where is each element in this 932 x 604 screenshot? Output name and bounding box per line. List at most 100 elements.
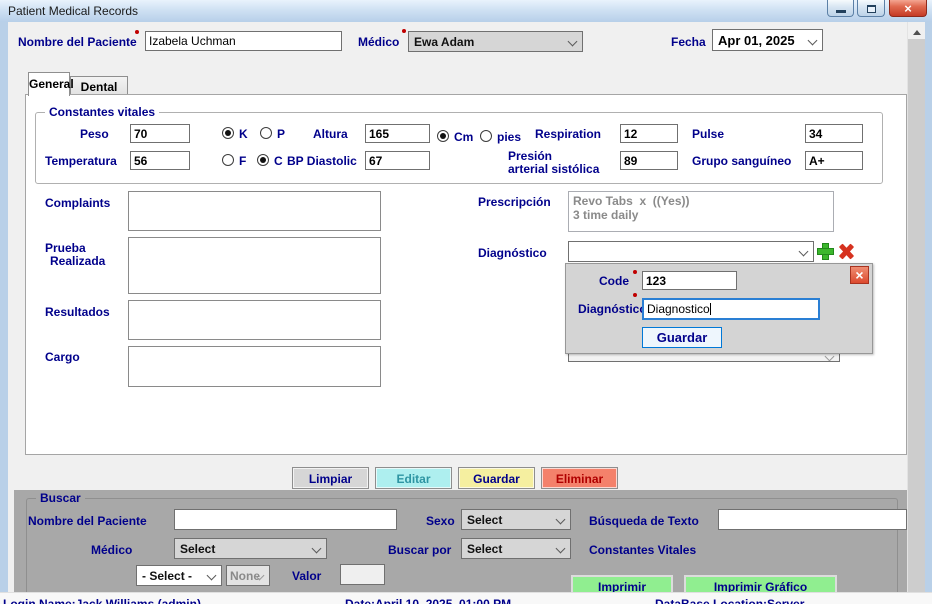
complaints-textarea[interactable] — [128, 191, 381, 231]
imprimir-button[interactable]: Imprimir — [571, 575, 673, 593]
vitals-groupbox: Constantes vitales — [35, 112, 883, 184]
peso-label: Peso — [80, 127, 109, 141]
delete-diagnosis-icon[interactable] — [838, 244, 855, 259]
bp-diastolic-label: BP Diastolic — [287, 154, 357, 168]
tab-general[interactable]: General — [28, 72, 70, 96]
chevron-down-icon — [568, 37, 578, 47]
radio-pies[interactable] — [480, 130, 492, 142]
pulse-label: Pulse — [692, 127, 724, 141]
temperatura-input[interactable] — [130, 151, 190, 170]
code-input[interactable] — [642, 271, 737, 290]
close-icon: × — [855, 267, 863, 283]
chevron-down-icon — [808, 36, 818, 46]
popup-diagnostico-text: Diagnostico — [647, 302, 710, 316]
constantes-vitales-label: Constantes Vitales — [589, 543, 696, 557]
buscar-medico-selected-value: Select — [180, 542, 215, 556]
radio-kilograms-label: K — [239, 127, 248, 141]
sexo-selected-value: Select — [467, 513, 502, 527]
fecha-datepicker[interactable]: Apr 01, 2025 — [712, 29, 823, 51]
close-window-button[interactable]: × — [889, 0, 927, 17]
maximize-button[interactable] — [857, 0, 885, 17]
popup-diagnostico-input[interactable]: Diagnostico — [642, 298, 820, 320]
add-diagnosis-icon[interactable] — [818, 244, 833, 259]
tab-dental[interactable]: Dental — [70, 76, 128, 95]
radio-fahrenheit[interactable] — [222, 154, 234, 166]
bp-diastolic-input[interactable] — [365, 151, 430, 170]
patient-name-label: Nombre del Paciente — [18, 35, 137, 49]
radio-kilograms[interactable] — [222, 127, 234, 139]
popup-guardar-button[interactable]: Guardar — [642, 327, 722, 348]
diagnosis-popup: × Code Diagnóstico Diagnostico Guardar — [565, 263, 873, 354]
buscar-panel: Buscar Nombre del Paciente Sexo Select B… — [14, 490, 907, 593]
operador-select[interactable]: None — [226, 565, 270, 586]
buscar-medico-label: Médico — [91, 543, 132, 557]
respiration-label: Respiration — [535, 127, 601, 141]
patient-name-input[interactable] — [145, 31, 342, 51]
minimize-icon — [836, 10, 846, 13]
resultados-label: Resultados — [45, 305, 110, 319]
busqueda-texto-label: Búsqueda de Texto — [589, 514, 699, 528]
tab-general-label: General — [29, 77, 74, 91]
radio-pounds-label: P — [277, 127, 285, 141]
buscar-por-label: Buscar por — [388, 543, 451, 557]
close-icon: × — [904, 1, 912, 16]
valor-input[interactable] — [340, 564, 385, 585]
buscar-nombre-label: Nombre del Paciente — [28, 514, 147, 528]
sexo-select[interactable]: Select — [461, 509, 571, 530]
chevron-down-icon — [556, 515, 566, 525]
medico-select[interactable]: Ewa Adam — [408, 31, 583, 52]
resultados-textarea[interactable] — [128, 300, 381, 340]
busqueda-texto-input[interactable] — [718, 509, 907, 530]
radio-fahrenheit-label: F — [239, 154, 246, 168]
prueba-label-line2: Realizada — [50, 254, 105, 268]
limpiar-button[interactable]: Limpiar — [292, 467, 369, 489]
eliminar-button[interactable]: Eliminar — [541, 467, 618, 489]
pulse-input[interactable] — [805, 124, 863, 143]
fecha-selected-value: Apr 01, 2025 — [718, 33, 795, 48]
scroll-up-button[interactable] — [908, 22, 925, 39]
status-date: Date:April 10, 2025, 01:00 PM — [345, 597, 511, 604]
popup-close-button[interactable]: × — [850, 266, 869, 284]
buscar-group-title: Buscar — [36, 491, 85, 505]
editar-button[interactable]: Editar — [375, 467, 452, 489]
tab-dental-label: Dental — [81, 80, 118, 94]
vitals-group-title: Constantes vitales — [45, 105, 159, 119]
buscar-por-selected-value: Select — [467, 542, 502, 556]
imprimir-grafico-button[interactable]: Imprimir Gráfico — [684, 575, 837, 593]
criterio-select[interactable]: - Select - — [136, 565, 222, 586]
prescripcion-box[interactable]: Revo Tabs x ((Yes)) 3 time daily — [568, 191, 834, 232]
minimize-button[interactable] — [827, 0, 854, 17]
chevron-down-icon — [556, 544, 566, 554]
radio-celsius-label: C — [274, 154, 283, 168]
required-marker — [135, 30, 139, 34]
title-bar: Patient Medical Records — [0, 0, 932, 22]
cargo-textarea[interactable] — [128, 346, 381, 387]
maximize-icon — [867, 5, 876, 13]
presion-sistolica-input[interactable] — [620, 151, 678, 170]
radio-pounds[interactable] — [260, 127, 272, 139]
text-caret — [710, 303, 711, 315]
radio-cm[interactable] — [437, 130, 449, 142]
chevron-up-icon — [913, 30, 921, 35]
diagnostico-select[interactable] — [568, 241, 814, 262]
grupo-sanguineo-input[interactable] — [805, 151, 863, 170]
criterio-selected-value: - Select - — [142, 569, 192, 583]
altura-input[interactable] — [365, 124, 430, 143]
chevron-down-icon — [312, 544, 322, 554]
buscar-por-select[interactable]: Select — [461, 538, 571, 559]
respiration-input[interactable] — [620, 124, 678, 143]
required-marker — [633, 293, 637, 297]
scrollbar-thumb[interactable] — [908, 39, 925, 593]
sexo-label: Sexo — [426, 514, 455, 528]
buscar-medico-select[interactable]: Select — [174, 538, 327, 559]
buscar-nombre-input[interactable] — [174, 509, 397, 530]
radio-celsius[interactable] — [257, 154, 269, 166]
diagnostico-label: Diagnóstico — [478, 246, 547, 260]
prueba-realizada-textarea[interactable] — [128, 237, 381, 294]
peso-input[interactable] — [130, 124, 190, 143]
window-title: Patient Medical Records — [8, 4, 138, 18]
presion-label-line1: Presión — [508, 149, 552, 163]
guardar-button[interactable]: Guardar — [458, 467, 535, 489]
vertical-scrollbar[interactable] — [907, 22, 924, 593]
chevron-down-icon — [207, 571, 217, 581]
